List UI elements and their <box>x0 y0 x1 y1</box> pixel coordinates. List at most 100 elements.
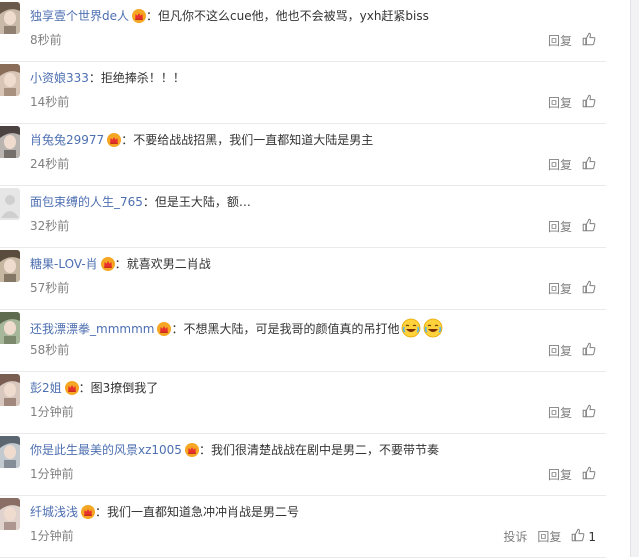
like-button[interactable] <box>582 404 596 421</box>
colon-separator: ： <box>88 71 101 85</box>
thumbs-up-icon <box>582 156 596 173</box>
crown-badge-icon <box>157 322 172 341</box>
like-button[interactable] <box>582 94 596 111</box>
thumbs-up-icon <box>571 528 585 545</box>
reply-button[interactable]: 回复 <box>548 280 572 297</box>
avatar[interactable] <box>0 64 20 96</box>
comment-body: 彭2姐 ：图3撩倒我了 <box>30 380 158 400</box>
colon-separator: ： <box>121 133 134 147</box>
avatar[interactable] <box>0 2 20 34</box>
comment-item: 肖兔兔29977 ：不要给战战招黑，我们一直都知道大陆是男主 24秒前 回复 <box>0 124 606 186</box>
comment-text: 拒绝捧杀！！！ <box>100 71 185 85</box>
like-button[interactable] <box>582 156 596 173</box>
thumbs-up-icon <box>582 218 596 235</box>
username-link[interactable]: 小资娘333 <box>30 71 89 85</box>
username-link[interactable]: 彭2姐 <box>30 381 62 395</box>
timestamp: 14秒前 <box>30 95 70 109</box>
timestamp: 57秒前 <box>30 281 70 295</box>
avatar[interactable] <box>0 374 20 406</box>
comment-item: 面包束缚的人生_765：但是王大陆，额… 32秒前 回复 <box>0 186 606 248</box>
comment-item: 糖果-LOV-肖 ：就喜欢男二肖战 57秒前 回复 <box>0 248 606 310</box>
timestamp: 1分钟前 <box>30 405 74 419</box>
username-link[interactable]: 肖兔兔29977 <box>30 133 104 147</box>
reply-button[interactable]: 回复 <box>548 156 572 173</box>
comment-actions: 回复 <box>548 156 596 173</box>
page-scroll-rail <box>630 0 639 557</box>
reply-button[interactable]: 回复 <box>548 218 572 235</box>
comment-text: 我们很清楚战战在剧中是男二，不要带节奏 <box>210 443 439 457</box>
avatar[interactable] <box>0 498 20 530</box>
crown-badge-icon <box>81 505 96 524</box>
like-button[interactable] <box>582 32 596 49</box>
username-link[interactable]: 你是此生最美的风景xz1005 <box>30 443 182 457</box>
comment-item: 纤城浅浅 ：我们一直都知道急冲冲肖战是男二号 1分钟前 投诉 回复 1 <box>0 496 606 558</box>
comment-body: 肖兔兔29977 ：不要给战战招黑，我们一直都知道大陆是男主 <box>30 132 373 152</box>
thumbs-up-icon <box>582 32 596 49</box>
reply-button[interactable]: 回复 <box>537 528 561 545</box>
like-button[interactable] <box>582 218 596 235</box>
colon-separator: ： <box>114 257 127 271</box>
like-button[interactable] <box>582 280 596 297</box>
comment-actions: 回复 <box>548 32 596 49</box>
username-link[interactable]: 面包束缚的人生_765 <box>30 195 143 209</box>
username-link[interactable]: 糖果-LOV-肖 <box>30 257 98 271</box>
comment-body: 你是此生最美的风景xz1005 ：我们很清楚战战在剧中是男二，不要带节奏 <box>30 442 439 462</box>
colon-separator: ： <box>146 9 159 23</box>
comment-body: 纤城浅浅 ：我们一直都知道急冲冲肖战是男二号 <box>30 504 299 524</box>
comment-actions: 回复 <box>548 218 596 235</box>
thumbs-up-icon <box>582 94 596 111</box>
like-button[interactable] <box>582 342 596 359</box>
reply-button[interactable]: 回复 <box>548 94 572 111</box>
comment-body: 独享壹个世界de人 ：但凡你不这么cue他，他也不会被骂，yxh赶紧biss <box>30 8 429 28</box>
comment-text: 但是王大陆，额… <box>154 195 251 209</box>
comment-text: 图3撩倒我了 <box>90 381 159 395</box>
colon-separator: ： <box>142 195 155 209</box>
comment-text: 我们一直都知道急冲冲肖战是男二号 <box>107 505 300 519</box>
comment-actions: 回复 <box>548 280 596 297</box>
username-link[interactable]: 纤城浅浅 <box>30 505 78 519</box>
comment-actions: 回复 <box>548 342 596 359</box>
timestamp: 8秒前 <box>30 33 62 47</box>
timestamp: 1分钟前 <box>30 529 74 543</box>
timestamp: 24秒前 <box>30 157 70 171</box>
colon-separator: ： <box>171 322 184 336</box>
crown-badge-icon <box>132 9 147 28</box>
comment-actions: 回复 <box>548 94 596 111</box>
comment-body: 小资娘333：拒绝捧杀！！！ <box>30 70 185 87</box>
comment-actions: 回复 <box>548 404 596 421</box>
thumbs-up-icon <box>582 466 596 483</box>
crown-badge-icon <box>184 443 199 462</box>
avatar[interactable] <box>0 188 20 220</box>
reply-button[interactable]: 回复 <box>548 466 572 483</box>
avatar[interactable] <box>0 250 20 282</box>
like-button[interactable]: 1 <box>571 528 596 545</box>
username-link[interactable]: 独享壹个世界de人 <box>30 9 129 23</box>
report-button[interactable]: 投诉 <box>503 528 527 545</box>
timestamp: 58秒前 <box>30 343 70 357</box>
comment-item: 独享壹个世界de人 ：但凡你不这么cue他，他也不会被骂，yxh赶紧biss 8秒前… <box>0 0 606 62</box>
avatar[interactable] <box>0 312 20 344</box>
comment-item: 小资娘333：拒绝捧杀！！！ 14秒前 回复 <box>0 62 606 124</box>
laughing-tears-emoji-icon <box>423 318 443 343</box>
like-button[interactable] <box>582 466 596 483</box>
comment-body: 糖果-LOV-肖 ：就喜欢男二肖战 <box>30 256 211 276</box>
comment-body: 面包束缚的人生_765：但是王大陆，额… <box>30 194 251 211</box>
crown-badge-icon <box>100 257 115 276</box>
reply-button[interactable]: 回复 <box>548 404 572 421</box>
comment-actions: 回复 <box>548 466 596 483</box>
avatar[interactable] <box>0 436 20 468</box>
colon-separator: ： <box>198 443 211 457</box>
comment-item: 还我漂漂拳_mmmmm ：不想黑大陆，可是我哥的颜值真的吊打他 58秒前 回复 <box>0 310 606 372</box>
comment-actions: 投诉 回复 1 <box>503 528 596 545</box>
comment-text: 就喜欢男二肖战 <box>126 257 211 271</box>
username-link[interactable]: 还我漂漂拳_mmmmm <box>30 322 154 336</box>
comment-text: 不要给战战招黑，我们一直都知道大陆是男主 <box>133 133 374 147</box>
reply-button[interactable]: 回复 <box>548 342 572 359</box>
crown-badge-icon <box>107 133 122 152</box>
colon-separator: ： <box>78 381 91 395</box>
comment-item: 彭2姐 ：图3撩倒我了 1分钟前 回复 <box>0 372 606 434</box>
avatar[interactable] <box>0 126 20 158</box>
reply-button[interactable]: 回复 <box>548 32 572 49</box>
like-count: 1 <box>588 529 596 544</box>
comment-body: 还我漂漂拳_mmmmm ：不想黑大陆，可是我哥的颜值真的吊打他 <box>30 318 443 343</box>
